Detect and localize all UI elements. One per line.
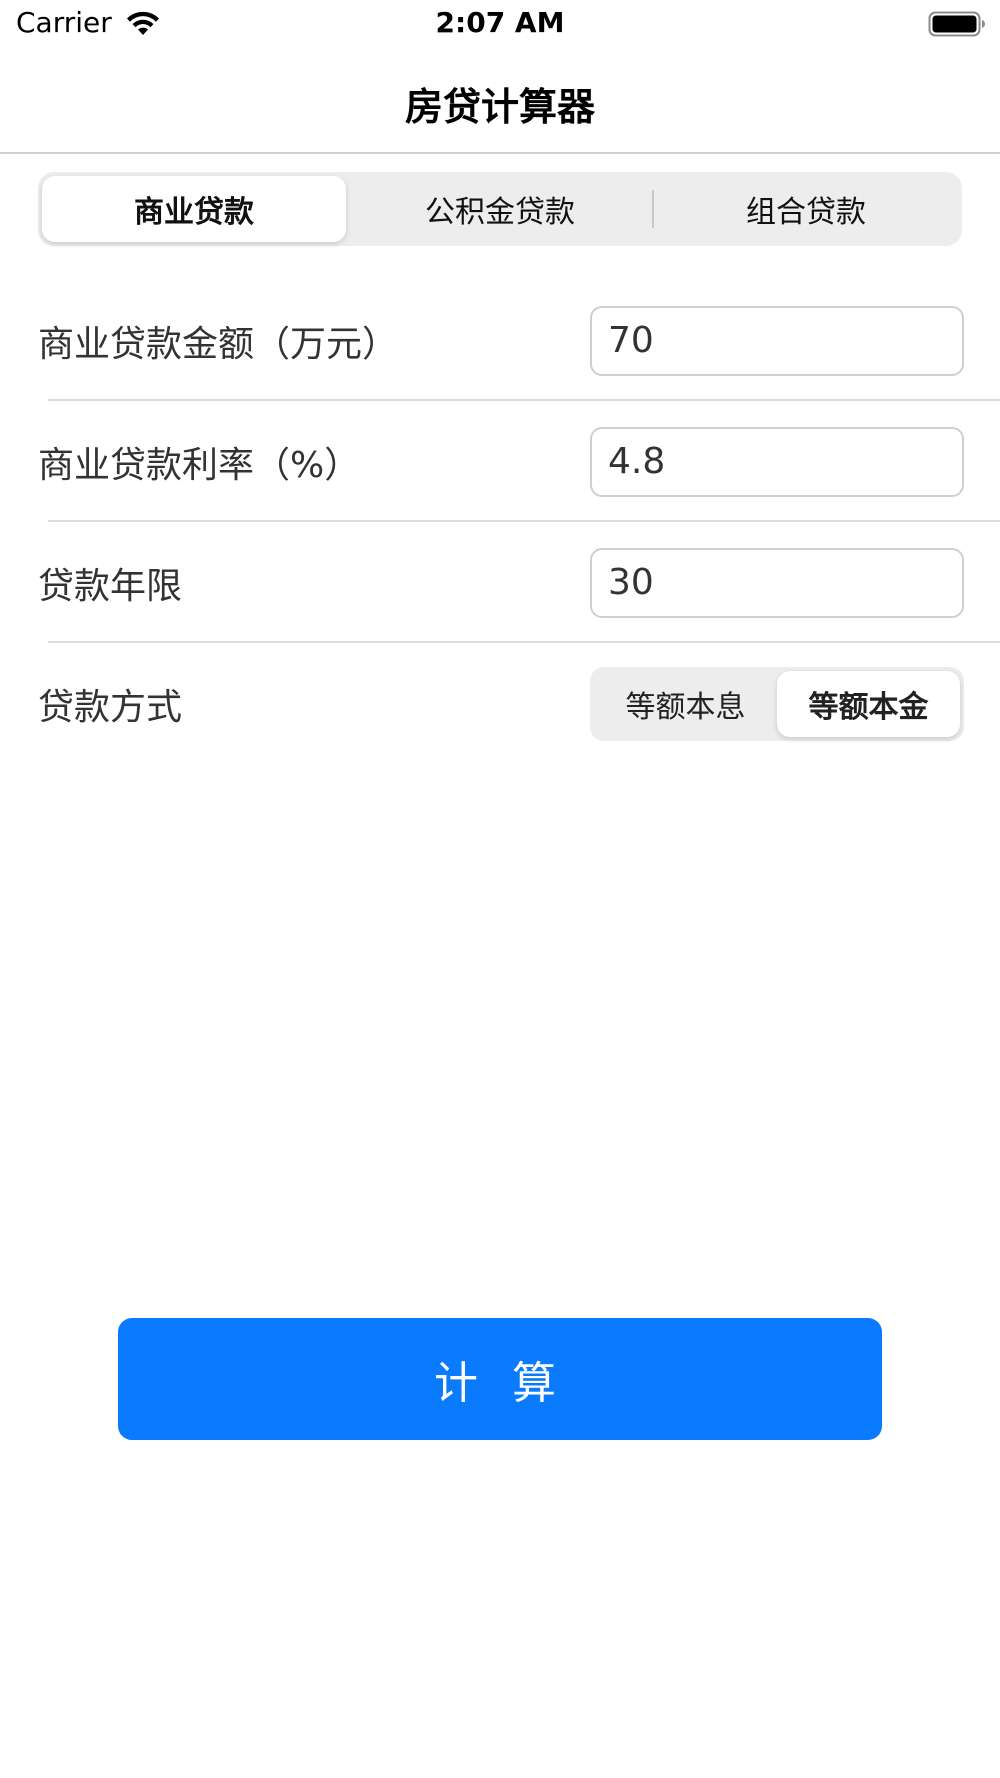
segment-commercial-loan[interactable]: 商业贷款	[42, 176, 346, 242]
segment-combined-loan[interactable]: 组合贷款	[654, 176, 958, 242]
status-time: 2:07 AM	[435, 6, 565, 39]
segment-equal-principal[interactable]: 等额本金	[777, 670, 960, 737]
loan-amount-label: 商业贷款金额（万元）	[38, 323, 399, 365]
interest-rate-label: 商业贷款利率（%）	[38, 444, 361, 486]
navigation-bar: 房贷计算器	[0, 50, 1000, 154]
page-title: 房贷计算器	[404, 85, 595, 129]
segment-equal-installment[interactable]: 等额本息	[594, 671, 777, 737]
form-row-interest-rate: 商业贷款利率（%）	[0, 401, 1000, 522]
repayment-method-label: 贷款方式	[38, 686, 183, 728]
segment-label: 组合贷款	[746, 195, 866, 230]
segment-label: 等额本息	[625, 689, 746, 725]
segment-label: 等额本金	[808, 689, 929, 725]
segment-label: 公积金贷款	[425, 195, 575, 230]
form-row-loan-term: 贷款年限	[0, 522, 1000, 643]
loan-amount-input[interactable]	[590, 305, 964, 376]
interest-rate-input[interactable]	[590, 426, 964, 497]
loan-type-segmented-control: 商业贷款 公积金贷款 组合贷款	[38, 172, 962, 246]
battery-icon	[928, 11, 985, 37]
repayment-method-segmented-control: 等额本息 等额本金	[590, 666, 964, 741]
segment-label: 商业贷款	[134, 195, 254, 230]
loan-term-input[interactable]	[590, 547, 964, 618]
loan-term-label: 贷款年限	[38, 565, 183, 607]
form-row-repayment-method: 贷款方式 等额本息 等额本金	[0, 643, 1000, 764]
calculate-button[interactable]: 计 算	[118, 1318, 882, 1440]
form-row-loan-amount: 商业贷款金额（万元）	[0, 280, 1000, 401]
segment-provident-fund-loan[interactable]: 公积金贷款	[348, 176, 652, 242]
mortgage-calculator-screen: Carrier 2:07 AM 房贷计算器 商业贷款 公积金贷款 组合贷款 商业…	[0, 0, 1000, 1778]
status-bar: Carrier 2:07 AM	[0, 0, 1000, 50]
